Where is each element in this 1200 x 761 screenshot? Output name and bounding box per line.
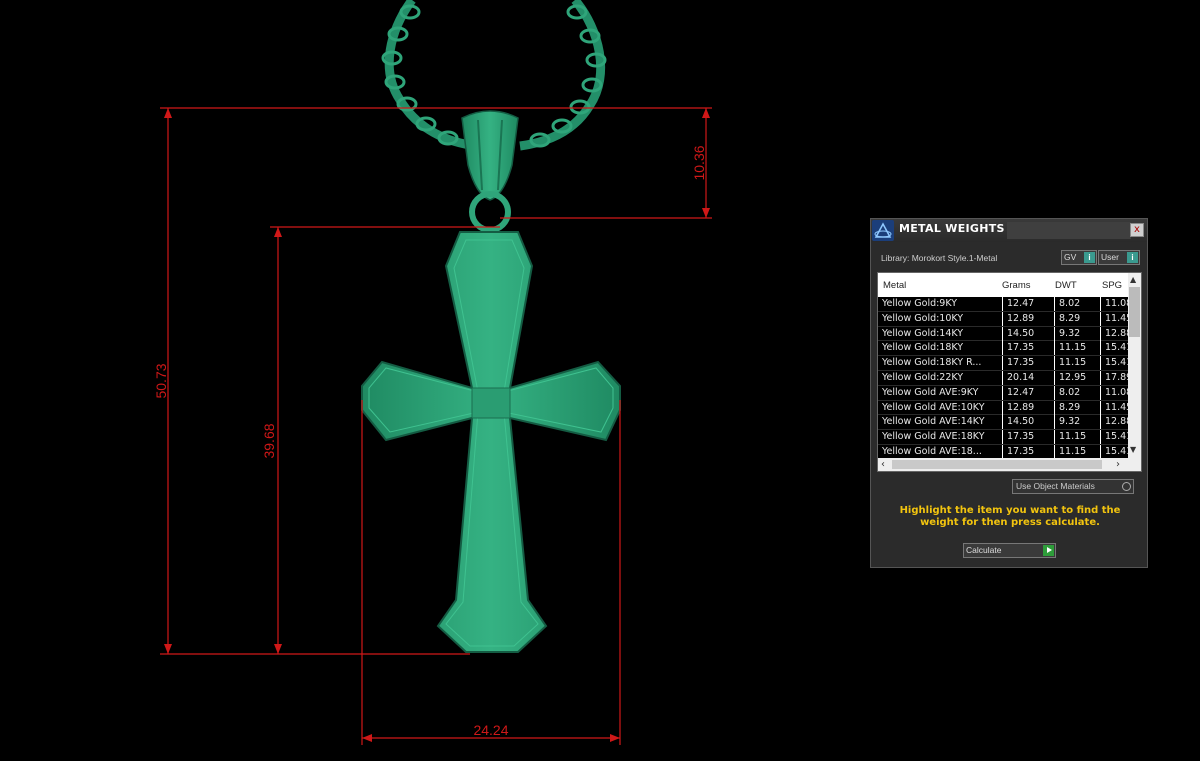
metal-table[interactable]: Metal Grams DWT SPG Yellow Gold:9KY 12.47… [877, 272, 1142, 472]
dwt-cell: 9.32 [1054, 415, 1102, 430]
metal-cell: Yellow Gold:22KY [882, 371, 964, 383]
col-header-metal[interactable]: Metal [883, 280, 906, 291]
dwt-cell: 11.15 [1054, 430, 1102, 445]
horizontal-scrollbar[interactable]: ‹ › [878, 458, 1141, 471]
scroll-down-icon[interactable]: ▼ [1130, 445, 1136, 454]
library-label: Library: Morokort Style.1-Metal [881, 253, 998, 263]
vertical-scrollbar[interactable]: ▲ ▼ [1128, 273, 1141, 458]
gv-label: GV [1064, 252, 1077, 262]
table-row[interactable]: Yellow Gold:9KY 12.47 8.02 11.08 [878, 297, 1132, 312]
metal-cell: Yellow Gold AVE:18... [882, 445, 982, 457]
table-row[interactable]: Yellow Gold:14KY 14.50 9.32 12.88 [878, 326, 1132, 342]
metal-cell: Yellow Gold AVE:14KY [882, 416, 985, 428]
grams-cell: 17.35 [1002, 444, 1055, 459]
metal-cell: Yellow Gold:14KY [882, 327, 964, 339]
table-row[interactable]: Yellow Gold:18KY 17.35 11.15 15.41 [878, 341, 1132, 357]
table-body: Yellow Gold:9KY 12.47 8.02 11.08 Yellow Gold… [878, 297, 1132, 460]
info-icon: i [1127, 252, 1138, 263]
table-row[interactable]: Yellow Gold AVE:18KY 17.35 11.15 15.41 [878, 430, 1132, 445]
dwt-cell: 8.02 [1054, 297, 1102, 311]
metal-cell: Yellow Gold:10KY [882, 312, 964, 324]
grams-cell: 17.35 [1002, 356, 1055, 371]
table-header: Metal Grams DWT SPG [878, 273, 1128, 295]
dwt-cell: 11.15 [1054, 444, 1102, 459]
dwt-cell: 8.29 [1054, 311, 1102, 326]
use-object-materials-option[interactable]: Use Object Materials [1012, 479, 1134, 494]
grams-cell: 12.47 [1002, 385, 1055, 400]
play-icon [1043, 545, 1054, 556]
table-row[interactable]: Yellow Gold:22KY 20.14 12.95 17.89 [878, 370, 1132, 386]
metal-cell: Yellow Gold AVE:18KY [882, 431, 985, 443]
close-button[interactable]: x [1130, 223, 1144, 237]
dim-bail-height-label: 10.36 [691, 145, 707, 180]
use-object-materials-label: Use Object Materials [1016, 481, 1095, 491]
panel-title-bar[interactable]: METAL WEIGHTS x [871, 219, 1147, 242]
table-row[interactable]: Yellow Gold AVE:9KY 12.47 8.02 11.08 [878, 385, 1132, 401]
gv-toggle[interactable]: GV i [1061, 250, 1097, 265]
grams-cell: 12.89 [1002, 311, 1055, 326]
metal-cell: Yellow Gold:9KY [882, 298, 958, 309]
dwt-cell: 11.15 [1054, 356, 1102, 371]
dwt-cell: 9.32 [1054, 326, 1102, 341]
cross-pendant [361, 231, 621, 653]
grams-cell: 12.47 [1002, 297, 1055, 311]
hint-text: Highlight the item you want to find the … [899, 505, 1121, 528]
dwt-cell: 8.02 [1054, 385, 1102, 400]
dim-total-height-label: 50.73 [153, 363, 169, 398]
dwt-cell: 11.15 [1054, 341, 1102, 356]
scroll-up-icon[interactable]: ▲ [1130, 275, 1136, 284]
scroll-left-icon[interactable]: ‹ [881, 458, 885, 471]
user-toggle[interactable]: User i [1098, 250, 1140, 265]
grams-cell: 17.35 [1002, 430, 1055, 445]
dwt-cell: 12.95 [1054, 370, 1102, 385]
info-icon: i [1084, 252, 1095, 263]
metal-weights-panel: METAL WEIGHTS x Library: Morokort Style.… [870, 218, 1148, 568]
panel-title: METAL WEIGHTS [899, 222, 1005, 235]
radio-icon[interactable] [1122, 482, 1131, 491]
scroll-thumb[interactable] [1129, 287, 1140, 337]
metal-cell: Yellow Gold AVE:10KY [882, 401, 985, 413]
grams-cell: 14.50 [1002, 326, 1055, 341]
dwt-cell: 8.29 [1054, 400, 1102, 415]
calculate-label: Calculate [966, 545, 1002, 555]
table-row[interactable]: Yellow Gold:18KY R... 17.35 11.15 15.41 [878, 356, 1132, 371]
grams-cell: 20.14 [1002, 370, 1055, 385]
table-row[interactable]: Yellow Gold AVE:10KY 12.89 8.29 11.45 [878, 400, 1132, 416]
metal-cell: Yellow Gold:18KY [882, 342, 964, 354]
dim-width-label: 24.24 [473, 722, 508, 738]
col-header-spg[interactable]: SPG [1102, 280, 1122, 291]
col-header-grams[interactable]: Grams [1002, 280, 1031, 291]
app-logo-icon [872, 220, 894, 241]
grams-cell: 12.89 [1002, 400, 1055, 415]
grams-cell: 14.50 [1002, 415, 1055, 430]
calculate-button[interactable]: Calculate [963, 543, 1056, 558]
title-bar-fill [1007, 222, 1131, 239]
metal-cell: Yellow Gold:18KY R... [882, 357, 982, 369]
grams-cell: 17.35 [1002, 341, 1055, 356]
bail [461, 110, 519, 233]
scroll-thumb[interactable] [892, 460, 1102, 469]
user-label: User [1101, 252, 1119, 262]
dim-body-height-label: 39.68 [261, 423, 277, 458]
col-header-dwt[interactable]: DWT [1055, 280, 1077, 291]
scroll-right-icon[interactable]: › [1116, 458, 1120, 471]
table-row[interactable]: Yellow Gold AVE:14KY 14.50 9.32 12.88 [878, 415, 1132, 431]
table-row[interactable]: Yellow Gold:10KY 12.89 8.29 11.45 [878, 311, 1132, 327]
metal-cell: Yellow Gold AVE:9KY [882, 386, 979, 398]
